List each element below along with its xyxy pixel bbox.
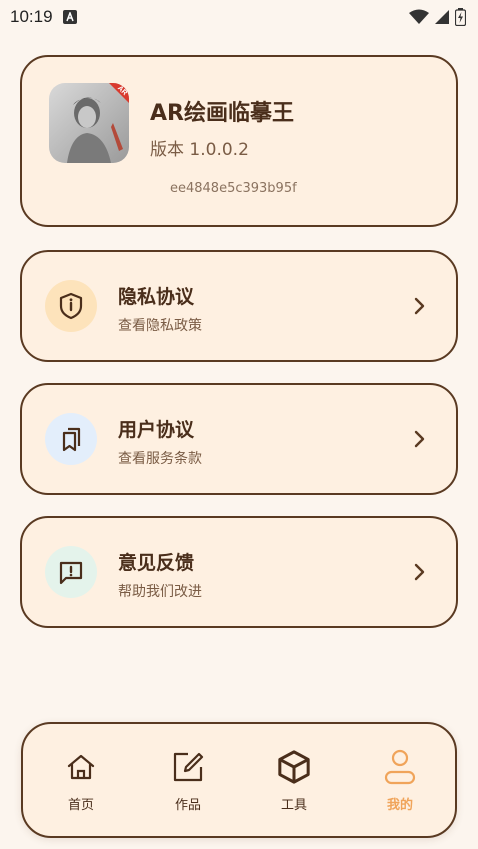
menu-title: 意见反馈	[118, 552, 195, 574]
menu-title: 隐私协议	[118, 286, 195, 308]
status-bar: 10:19	[0, 0, 478, 34]
signal-icon	[435, 10, 449, 24]
nav-works[interactable]: 作品	[148, 750, 228, 816]
chevron-right-icon	[414, 563, 425, 581]
a-letter-icon	[62, 10, 77, 24]
nav-mine[interactable]: 我的	[360, 749, 440, 816]
app-name: AR绘画临摹王	[150, 101, 294, 126]
nav-home[interactable]: 首页	[41, 750, 121, 816]
bottom-nav: 首页 作品 工具 我的	[21, 722, 457, 838]
home-icon	[64, 750, 98, 784]
feedback-icon-circle	[45, 546, 97, 598]
privacy-policy-card[interactable]: 隐私协议 查看隐私政策	[20, 250, 458, 362]
menu-subtitle: 帮助我们改进	[118, 584, 202, 600]
menu-subtitle: 查看服务条款	[118, 451, 202, 467]
bookmarks-icon	[62, 427, 81, 452]
menu-subtitle: 查看隐私政策	[118, 318, 202, 334]
app-hash: ee4848e5c393b95f	[170, 181, 297, 196]
edit-icon	[171, 750, 205, 784]
menu-title: 用户协议	[118, 419, 195, 441]
nav-label: 作品	[174, 798, 201, 813]
nav-label: 工具	[280, 798, 307, 813]
nav-label: 首页	[67, 798, 94, 813]
app-version: 版本 1.0.0.2	[150, 140, 249, 160]
nav-tools[interactable]: 工具	[254, 750, 334, 816]
battery-icon	[455, 8, 466, 26]
wifi-icon	[409, 9, 429, 24]
agreement-icon-circle	[45, 413, 97, 465]
feedback-icon	[59, 561, 83, 585]
privacy-icon-circle	[45, 280, 97, 332]
chevron-right-icon	[414, 297, 425, 315]
status-right	[409, 8, 466, 26]
user-icon	[383, 749, 417, 785]
status-left: 10:19	[10, 7, 77, 27]
app-logo: AR	[49, 83, 129, 163]
status-time: 10:19	[10, 7, 53, 26]
app-info-card: AR AR绘画临摹王 版本 1.0.0.2 ee4848e5c393b95f	[20, 55, 458, 227]
chevron-right-icon	[414, 430, 425, 448]
shield-icon	[59, 292, 83, 320]
feedback-card[interactable]: 意见反馈 帮助我们改进	[20, 516, 458, 628]
nav-label: 我的	[386, 798, 413, 813]
profile-screen: 10:19 AR AR绘画临摹王 版本 1.0.0.2 ee4848e5c393…	[0, 0, 478, 849]
user-agreement-card[interactable]: 用户协议 查看服务条款	[20, 383, 458, 495]
box-icon	[277, 750, 311, 784]
